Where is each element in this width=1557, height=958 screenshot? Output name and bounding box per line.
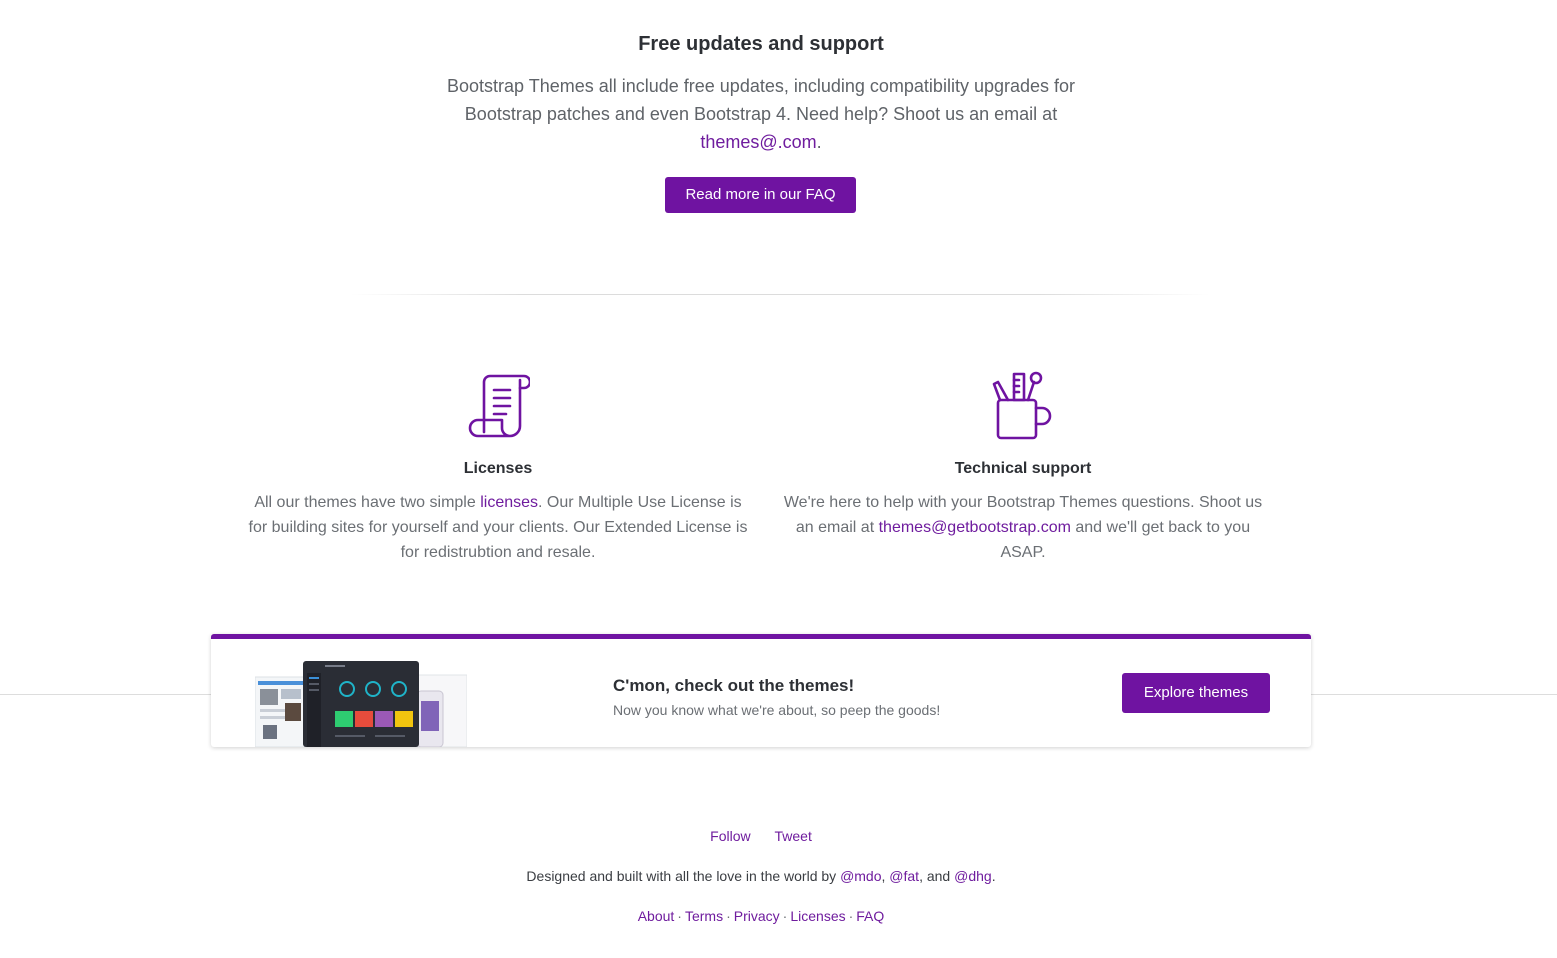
link-separator: · [726, 908, 731, 924]
licenses-feature: Licenses All our themes have two simple … [248, 370, 748, 565]
author-fat-link[interactable]: @fat [889, 868, 919, 884]
tweet-link[interactable]: Tweet [775, 828, 812, 844]
support-text-body: Bootstrap Themes all include free update… [446, 76, 1076, 124]
licenses-title: Licenses [463, 460, 533, 477]
promo-title: C'mon, check out the themes! [613, 676, 855, 695]
support-text: Bootstrap Themes all include free update… [436, 72, 1086, 156]
author-mdo-link[interactable]: @mdo [840, 868, 881, 884]
faq-link[interactable]: FAQ [856, 908, 884, 924]
faq-button[interactable]: Read more in our FAQ [665, 177, 856, 213]
footer-credit: Designed and built with all the love in … [526, 868, 996, 884]
support-email-link-2[interactable]: themes@getbootstrap.com [879, 519, 1071, 536]
licenses-text-body: All our themes have two simple [254, 494, 481, 511]
promo-card: C'mon, check out the themes! Now you kno… [211, 634, 1311, 747]
footer-links: About · Terms · Privacy · Licenses · FAQ [0, 908, 1522, 924]
credit-text: Designed and built with all the love in … [526, 868, 841, 884]
promo-subtitle: Now you know what we're about, so peep t… [613, 702, 941, 718]
social-links: Follow Tweet [0, 828, 1522, 844]
technical-support-text: We're here to help with your Bootstrap T… [774, 490, 1272, 565]
author-dhg-link[interactable]: @dhg [954, 868, 992, 884]
themes-preview-image [255, 661, 467, 747]
link-separator: · [848, 908, 854, 924]
licenses-footer-link[interactable]: Licenses [790, 908, 845, 924]
link-separator: · [677, 908, 682, 924]
tools-cup-icon [992, 371, 1052, 440]
support-text-end: . [816, 132, 822, 152]
section-divider [350, 294, 1210, 295]
support-email-link[interactable]: themes@.com [700, 132, 816, 152]
footer: Follow Tweet Designed and built with all… [0, 828, 1522, 924]
technical-support-feature: Technical support We're here to help wit… [774, 370, 1272, 565]
licenses-link[interactable]: licenses [480, 494, 538, 511]
support-title: Free updates and support [638, 33, 884, 55]
about-link[interactable]: About [638, 908, 675, 924]
explore-themes-button[interactable]: Explore themes [1122, 673, 1270, 713]
licenses-text: All our themes have two simple licenses.… [248, 490, 748, 565]
link-separator: · [782, 908, 788, 924]
privacy-link[interactable]: Privacy [734, 908, 780, 924]
follow-link[interactable]: Follow [710, 828, 750, 844]
terms-link[interactable]: Terms [685, 908, 723, 924]
technical-support-title: Technical support [954, 460, 1092, 477]
scroll-icon [468, 374, 530, 438]
